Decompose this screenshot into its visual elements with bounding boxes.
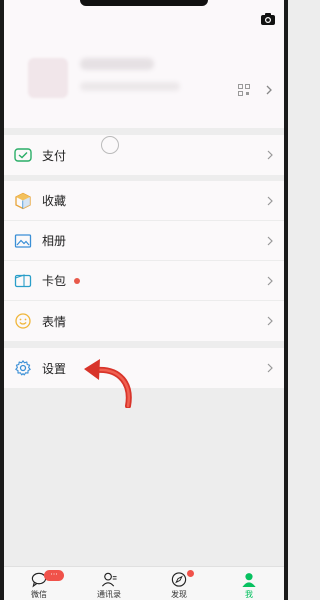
tab-label-contacts: 通讯录	[97, 590, 121, 599]
menu-label-pay: 支付	[42, 148, 67, 163]
avatar[interactable]	[28, 58, 68, 98]
contacts-icon	[101, 572, 117, 587]
tab-label-discover: 发现	[171, 590, 187, 599]
chevron-right-icon	[267, 276, 273, 285]
menu-item-pay[interactable]: 支付	[4, 135, 284, 175]
favorites-icon	[15, 192, 31, 209]
tab-me[interactable]: 我	[214, 567, 284, 600]
device-frame-left	[0, 0, 4, 600]
profile-id-redacted	[80, 82, 180, 91]
tab-discover[interactable]: 发现	[144, 567, 214, 600]
person-icon	[242, 573, 256, 588]
chevron-right-icon	[267, 316, 273, 326]
chevron-right-icon	[267, 236, 273, 245]
menu-item-cards[interactable]: 卡包	[4, 261, 284, 301]
album-icon	[14, 233, 32, 248]
camera-icon[interactable]	[260, 12, 276, 26]
chevron-right-icon	[267, 150, 273, 160]
notification-dot	[74, 277, 80, 284]
menu-item-settings[interactable]: 设置	[4, 348, 284, 388]
device-frame-right	[284, 0, 288, 600]
pay-icon	[14, 148, 32, 162]
menu-label-stickers: 表情	[42, 314, 67, 329]
cards-icon	[14, 273, 32, 287]
menu-label-album: 相册	[42, 234, 67, 248]
unread-badge: ···	[44, 570, 64, 581]
chevron-right-icon	[266, 85, 272, 95]
settings-gear-icon	[15, 360, 31, 376]
features-section: 收藏 相册 卡包 表情	[4, 181, 284, 341]
stickers-icon	[15, 313, 31, 329]
profile-header[interactable]	[4, 0, 284, 128]
menu-label-favorites: 收藏	[42, 194, 67, 208]
chevron-right-icon	[267, 363, 273, 373]
tab-label-me: 我	[245, 590, 253, 599]
pay-section: 支付	[4, 135, 284, 175]
tab-label-chats: 微信	[31, 590, 47, 599]
tab-chats[interactable]: ··· 微信	[4, 567, 74, 600]
settings-section: 设置	[4, 348, 284, 388]
tab-contacts[interactable]: 通讯录	[74, 567, 144, 600]
compass-icon	[171, 572, 187, 587]
device-notch	[80, 0, 208, 6]
menu-item-favorites[interactable]: 收藏	[4, 181, 284, 221]
menu-item-album[interactable]: 相册	[4, 221, 284, 261]
annotation-arrow-icon	[84, 359, 132, 408]
bottom-tab-bar: ··· 微信 通讯录 发现 我	[4, 566, 284, 600]
menu-item-stickers[interactable]: 表情	[4, 301, 284, 341]
menu-label-settings: 设置	[42, 361, 67, 376]
notification-dot	[187, 570, 194, 577]
profile-name-redacted	[80, 58, 154, 70]
chevron-right-icon	[267, 196, 273, 205]
menu-label-cards: 卡包	[42, 274, 67, 288]
loading-circle	[101, 136, 119, 154]
qr-code-icon[interactable]	[238, 84, 250, 96]
